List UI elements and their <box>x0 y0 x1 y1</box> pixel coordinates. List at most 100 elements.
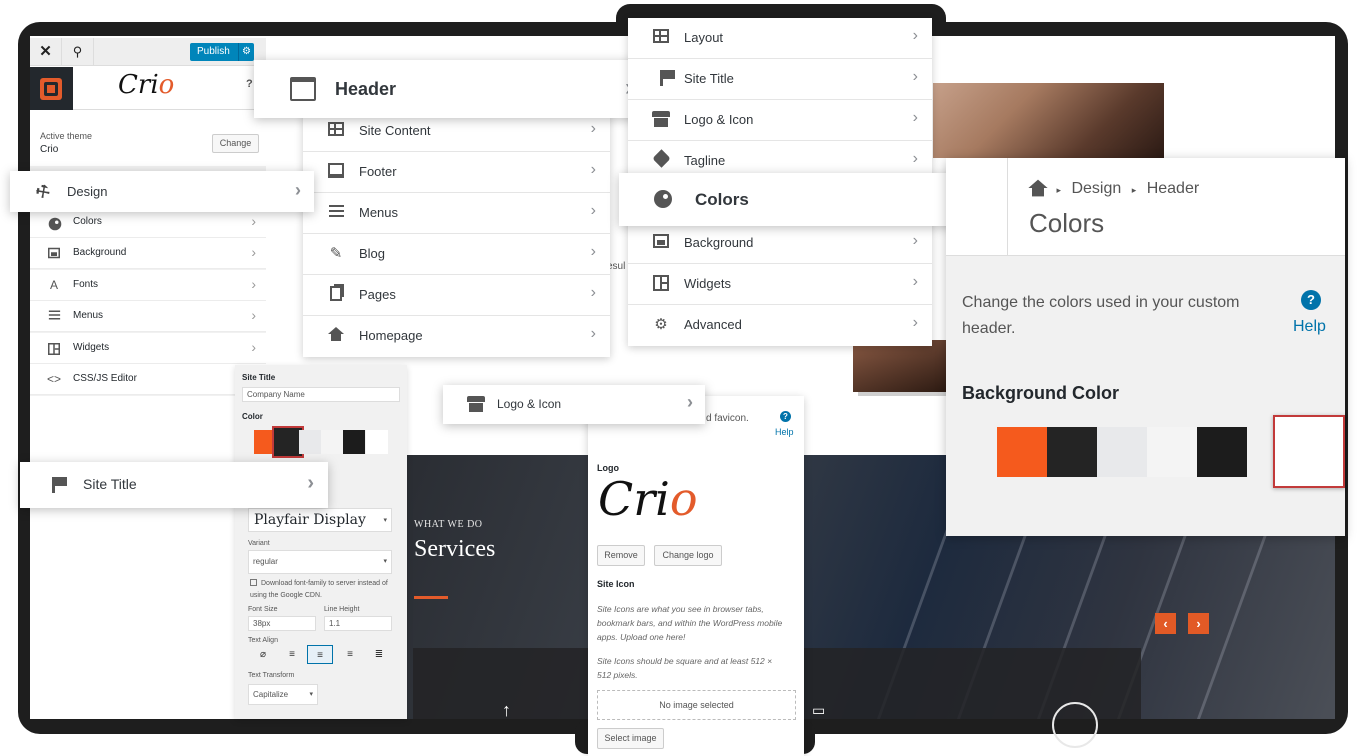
active-theme-label: Active theme <box>40 131 93 141</box>
design-card[interactable]: ⚒ Design › <box>10 171 314 212</box>
align-center-button[interactable]: ≡ <box>307 645 333 664</box>
back-button[interactable] <box>946 158 1008 256</box>
image-icon <box>652 234 670 252</box>
menu-icon <box>46 309 62 324</box>
menu-item-site-title[interactable]: Site Title › <box>628 59 932 100</box>
tag-icon <box>651 149 671 170</box>
boldgrid-icon-mark <box>44 82 58 96</box>
chevron-right-icon: › <box>912 273 918 290</box>
customizer-item-menus[interactable]: Menus › <box>30 301 266 332</box>
colors-card-label: Colors <box>695 190 749 209</box>
line-height-input[interactable]: 1.1 <box>324 616 392 631</box>
breadcrumb-separator: ▸ <box>1056 185 1061 195</box>
close-icon[interactable]: ✕ <box>30 38 62 66</box>
chevron-right-icon: › <box>251 213 256 229</box>
download-font-option[interactable]: Download font-family to server instead o… <box>250 578 390 602</box>
chevron-right-icon: › <box>590 120 596 137</box>
home-icon <box>327 327 345 345</box>
slider-next-button[interactable]: › <box>1188 613 1209 634</box>
help-link[interactable]: Help <box>1293 318 1326 336</box>
font-family-select[interactable]: Playfair Display ▾ <box>248 508 392 532</box>
chevron-down-icon: ▾ <box>309 691 313 698</box>
breadcrumb-header[interactable]: Header <box>1147 180 1199 197</box>
color-swatch[interactable] <box>1047 427 1097 477</box>
search-icon[interactable]: ⚲ <box>62 38 94 66</box>
chevron-right-icon: › <box>590 243 596 260</box>
chevron-right-icon: › <box>251 307 256 323</box>
menu-item-label: Site Content <box>359 123 431 138</box>
menu-item-blog[interactable]: ✎ Blog › <box>303 234 610 275</box>
help-icon[interactable]: ? <box>1301 290 1321 310</box>
breadcrumb-separator: ▸ <box>1131 185 1137 195</box>
chevron-right-icon: › <box>912 232 918 249</box>
gear-icon: ⚙ <box>654 316 668 333</box>
line-height-label: Line Height <box>324 606 360 613</box>
variant-select[interactable]: regular ▾ <box>248 550 392 574</box>
align-left-button[interactable]: ≡ <box>279 645 305 664</box>
align-right-button[interactable]: ≡ <box>337 645 363 664</box>
menu-item-advanced[interactable]: ⚙ Advanced › <box>628 305 932 346</box>
colors-card[interactable]: Colors › <box>619 173 988 226</box>
service-icon: ↑ <box>502 700 511 720</box>
color-swatch[interactable] <box>997 427 1047 477</box>
site-title-input[interactable]: Company Name <box>242 387 400 402</box>
slider-prev-button[interactable]: ‹ <box>1155 613 1176 634</box>
align-justify-button[interactable]: ≣ <box>366 645 392 664</box>
help-link[interactable]: Help <box>775 427 794 437</box>
align-clear-button[interactable]: ⌀ <box>250 645 276 664</box>
service-icon: ▭ <box>812 702 826 718</box>
color-swatch[interactable] <box>1147 427 1197 477</box>
help-icon[interactable]: ? <box>780 411 791 422</box>
breadcrumb-design[interactable]: Design <box>1071 180 1121 197</box>
menu-item-pages[interactable]: Pages › <box>303 275 610 316</box>
help-icon[interactable]: ? <box>246 78 253 90</box>
breadcrumb: ▸ Design ▸ Header <box>1028 179 1199 200</box>
download-font-label: Download font-family to server instead o… <box>250 580 388 599</box>
customizer-item-label: Background <box>73 247 127 258</box>
grid-icon <box>327 122 345 140</box>
menu-item-layout[interactable]: Layout › <box>628 18 932 59</box>
color-swatch[interactable] <box>1273 415 1345 488</box>
chevron-right-icon: › <box>590 202 596 219</box>
color-swatch[interactable] <box>321 430 343 454</box>
menu-item-label: Menus <box>359 205 399 220</box>
change-theme-button[interactable]: Change <box>212 134 259 153</box>
home-icon[interactable] <box>1028 179 1048 200</box>
chevron-right-icon: › <box>251 276 256 292</box>
download-font-checkbox[interactable] <box>250 579 257 586</box>
menu-item-label: Homepage <box>359 328 423 343</box>
customizer-item-css-js-editor[interactable]: <> CSS/JS Editor <box>30 364 266 395</box>
text-align-label: Text Align <box>248 637 278 644</box>
layout-icon <box>652 29 670 47</box>
logo-panel-snippet: d favicon. <box>706 413 749 424</box>
font-size-input[interactable]: 38px <box>248 616 316 631</box>
customizer-item-background[interactable]: Background › <box>30 238 266 269</box>
menu-item-label: Site Title <box>684 71 734 86</box>
crio-logo-preview: Crio <box>598 472 698 526</box>
menu-item-background[interactable]: Background › <box>628 223 932 264</box>
change-logo-button[interactable]: Change logo <box>654 545 722 566</box>
color-swatch[interactable] <box>1197 427 1247 477</box>
menu-item-homepage[interactable]: Homepage › <box>303 316 610 357</box>
color-swatch[interactable] <box>1097 427 1147 477</box>
menu-item-menus[interactable]: Menus › <box>303 193 610 234</box>
logo-icon-card[interactable]: Logo & Icon › <box>443 385 705 424</box>
image-icon <box>46 246 62 263</box>
menu-item-widgets[interactable]: Widgets › <box>628 264 932 305</box>
site-title-card[interactable]: Site Title › <box>20 462 328 508</box>
color-swatch[interactable] <box>366 430 388 454</box>
header-card[interactable]: Header › <box>254 60 653 118</box>
menu-item-logo-icon[interactable]: Logo & Icon › <box>628 100 932 141</box>
font-size-label: Font Size <box>248 606 278 613</box>
color-swatch[interactable] <box>343 430 365 454</box>
color-swatch[interactable] <box>299 430 321 454</box>
remove-logo-button[interactable]: Remove <box>597 545 645 566</box>
customizer-item-label: Menus <box>73 310 104 321</box>
customizer-item-fonts[interactable]: A Fonts › <box>30 270 266 301</box>
gear-icon[interactable]: ⚙ <box>238 43 254 61</box>
menu-item-footer[interactable]: Footer › <box>303 152 610 193</box>
select-image-button[interactable]: Select image <box>597 728 664 749</box>
customizer-item-widgets[interactable]: Widgets › <box>30 333 266 364</box>
text-transform-select[interactable]: Capitalize ▾ <box>248 684 318 705</box>
menu-item-label: Pages <box>359 287 396 302</box>
